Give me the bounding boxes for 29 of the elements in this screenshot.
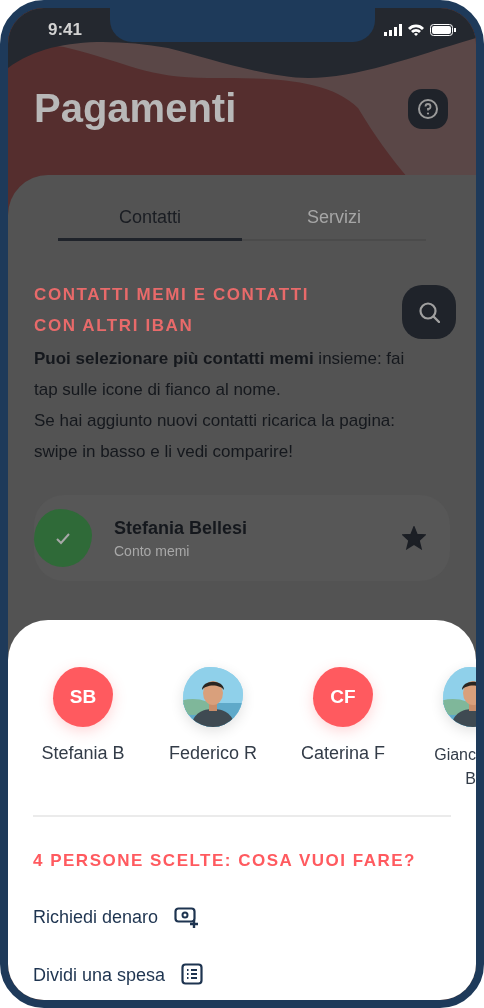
person-name: Stefania B [41,743,125,764]
check-icon [55,531,71,545]
search-button[interactable] [402,285,456,339]
info-text: Se hai aggiunto nuovi contatti ricarica la pagina: swipe in basso e li vedi comparire! [34,410,396,463]
tab[interactable]: Contatti [58,199,242,241]
section-heading: CONTATTI MEMI E CONTATTI CON ALTRI IBAN [34,284,311,337]
info-text: Puoi selezionare più contatti memi insieme: fai tap sulle icone di fianco al nome. [34,348,406,401]
page-title: Pagamenti [34,86,237,131]
check-avatar[interactable] [34,509,92,567]
tab[interactable]: Servizi [242,199,426,241]
person-name: Caterina F [300,743,385,764]
initials-avatar[interactable]: CF [313,667,373,727]
star-icon[interactable] [402,526,426,550]
search-icon [418,301,440,323]
status-time: 9:41 [48,20,83,40]
action-button[interactable]: Dividi una spesa [33,963,207,987]
wifi-icon [407,24,425,36]
money-plus-icon [174,905,200,929]
action-button[interactable]: Richiedi denaro [33,905,200,929]
contact-name: Stefania Bellesi [114,517,249,539]
person-name: Gianc B [433,745,476,789]
contact-card[interactable]: Stefania Bellesi Conto memi [34,495,450,581]
person-name: Federico R [169,743,257,764]
sheet-heading: 4 PERSONE SCELTE: COSA VUOI FARE? [33,851,417,871]
initials-avatar[interactable]: SB [53,667,113,727]
battery-icon [430,24,456,36]
account-type: Conto memi [114,542,190,559]
signal-icon [384,24,402,36]
help-icon [417,97,439,120]
